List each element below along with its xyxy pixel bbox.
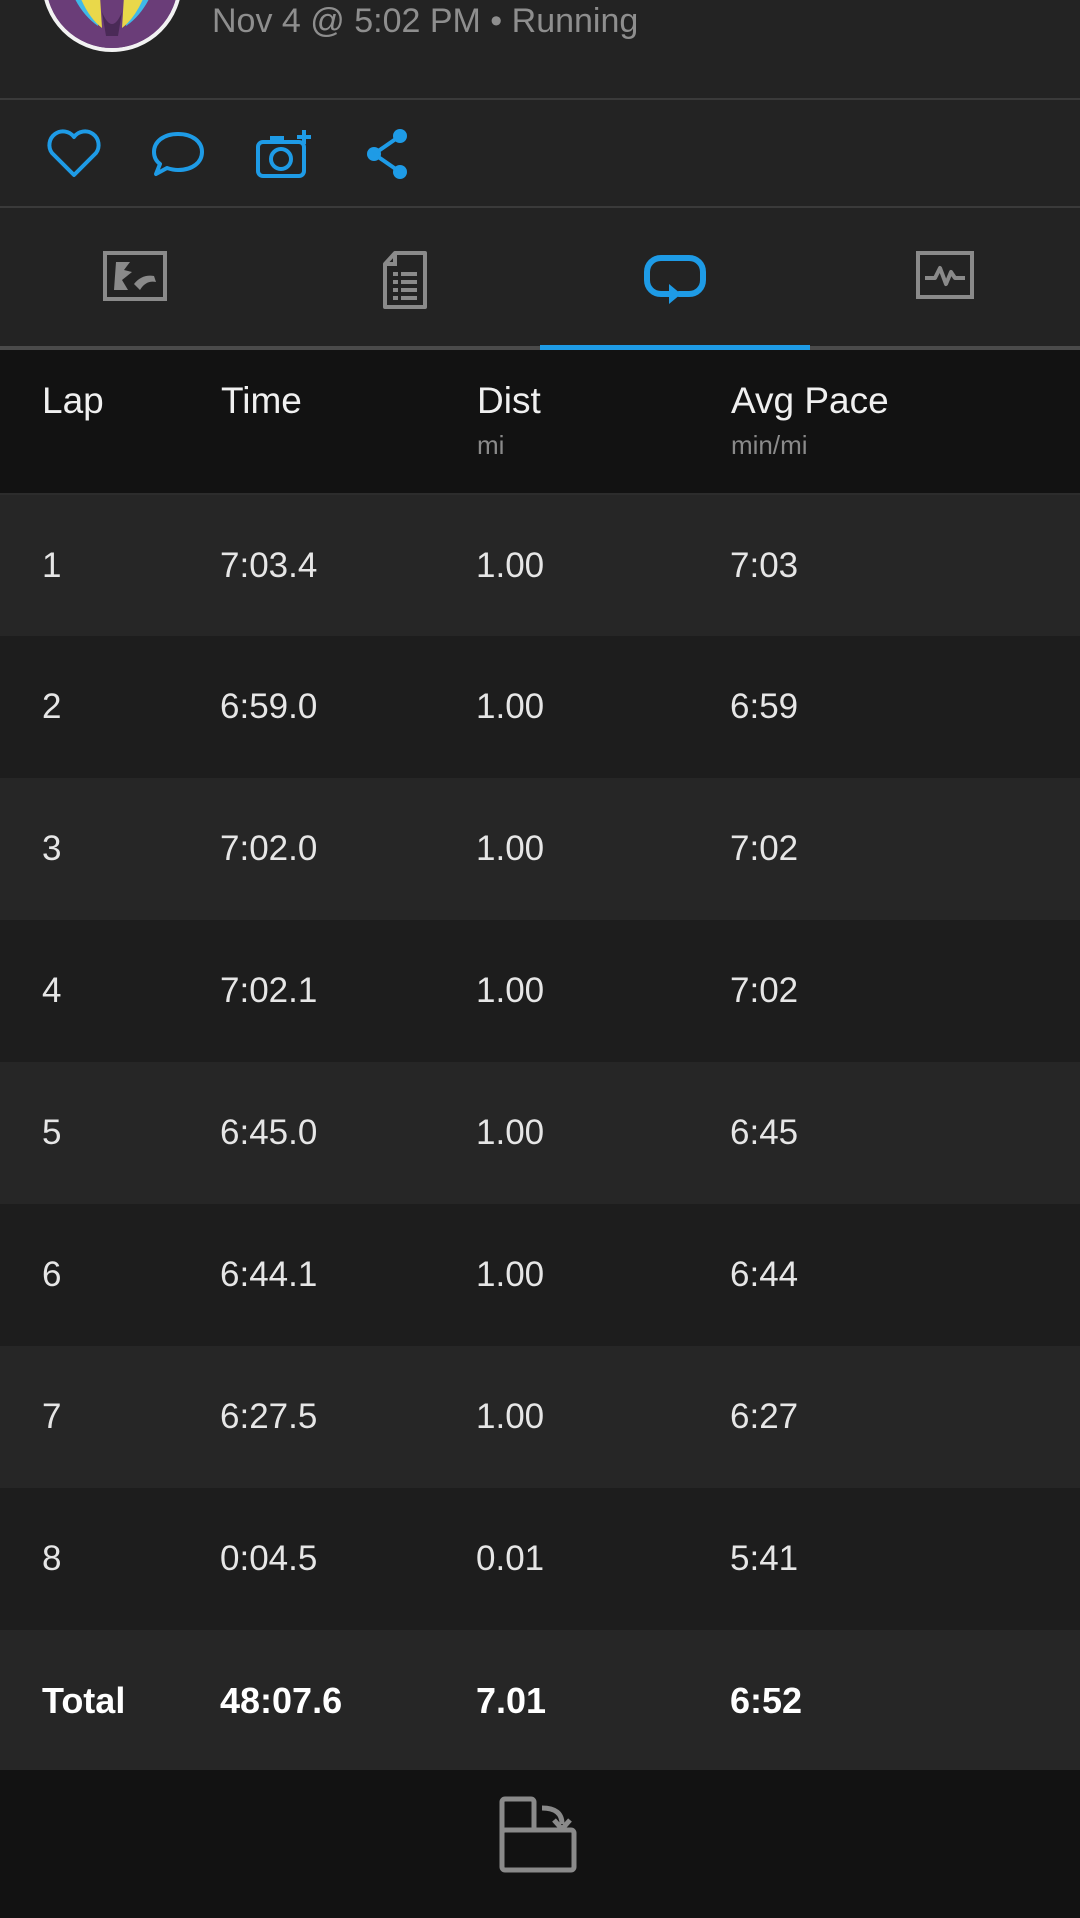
lap-pace: 7:02: [730, 971, 799, 1010]
avatar[interactable]: [42, 0, 182, 52]
lap-distance: 1.00: [476, 1255, 545, 1294]
lap-pace: 5:41: [730, 1539, 799, 1578]
table-row[interactable]: 2 6:59.0 1.00 6:59: [0, 636, 1080, 778]
lap-time: 7:02.0: [220, 829, 318, 868]
rotate-screen-icon: [499, 1796, 577, 1873]
share-icon[interactable]: [362, 128, 422, 180]
column-header-pace: Avg Pace min/mi: [730, 350, 1080, 494]
lap-number: 7: [42, 1397, 62, 1436]
table-row[interactable]: 6 6:44.1 1.00 6:44: [0, 1204, 1080, 1346]
lap-time: 6:59.0: [220, 687, 318, 726]
lap-pace: 6:59: [730, 687, 799, 726]
footer-bar: [0, 1770, 1080, 1918]
table-row[interactable]: 8 0:04.5 0.01 5:41: [0, 1488, 1080, 1630]
lap-distance: 1.00: [476, 971, 545, 1010]
lap-number: 5: [42, 1113, 62, 1152]
column-header-dist: Dist mi: [476, 350, 730, 494]
map-icon: [103, 251, 167, 301]
tab-charts[interactable]: [810, 208, 1080, 350]
tab-map[interactable]: [0, 208, 270, 350]
tab-details[interactable]: [270, 208, 540, 350]
lap-pace: 6:45: [730, 1113, 799, 1152]
lap-time: 0:04.5: [220, 1539, 318, 1578]
laps-table: Lap Time Dist mi Avg Pace min/mi 1 7:03.4 …: [0, 350, 1080, 1772]
pace-unit: min/mi: [731, 430, 808, 460]
lap-distance: 1.00: [476, 545, 545, 585]
total-pace: 6:52: [730, 1680, 803, 1721]
table-row[interactable]: 5 6:45.0 1.00 6:45: [0, 1062, 1080, 1204]
lap-number: 1: [42, 545, 62, 585]
lap-distance: 1.00: [476, 829, 545, 868]
lap-pace: 7:03: [730, 545, 799, 585]
active-tab-indicator: [540, 345, 810, 350]
total-time: 48:07.6: [220, 1680, 343, 1721]
activity-date-type: Nov 4 @ 5:02 PM • Running: [212, 2, 639, 40]
dist-unit: mi: [477, 430, 505, 460]
comment-icon[interactable]: [148, 128, 208, 180]
lap-number: 8: [42, 1539, 62, 1578]
activity-tabs: [0, 208, 1080, 350]
rotate-screen-button[interactable]: [496, 1796, 584, 1876]
lap-distance: 1.00: [476, 1113, 545, 1152]
lap-time: 7:03.4: [220, 545, 318, 585]
lap-time: 6:45.0: [220, 1113, 318, 1152]
table-row[interactable]: 1 7:03.4 1.00 7:03: [0, 494, 1080, 636]
total-row: Total 48:07.6 7.01 6:52: [0, 1630, 1080, 1772]
lap-pace: 7:02: [730, 829, 799, 868]
lap-distance: 0.01: [476, 1539, 545, 1578]
tab-laps[interactable]: [540, 208, 810, 350]
table-row[interactable]: 4 7:02.1 1.00 7:02: [0, 920, 1080, 1062]
table-row[interactable]: 7 6:27.5 1.00 6:27: [0, 1346, 1080, 1488]
lap-number: 2: [42, 687, 62, 726]
activity-header: Nov 4 @ 5:02 PM • Running: [0, 0, 1080, 100]
lap-time: 6:27.5: [220, 1397, 318, 1436]
column-header-time: Time: [221, 380, 302, 421]
details-icon: [383, 251, 427, 309]
lap-time: 6:44.1: [220, 1255, 318, 1294]
lap-pace: 6:27: [730, 1397, 799, 1436]
heart-icon[interactable]: [44, 128, 104, 180]
charts-icon: [916, 251, 974, 299]
table-row[interactable]: 3 7:02.0 1.00 7:02: [0, 778, 1080, 920]
table-header: Lap Time Dist mi Avg Pace min/mi: [0, 350, 1080, 494]
laps-icon: [644, 255, 706, 304]
column-header-lap: Lap: [42, 380, 104, 421]
add-photo-icon[interactable]: [254, 128, 314, 180]
lap-number: 4: [42, 971, 62, 1010]
lap-pace: 6:44: [730, 1255, 799, 1294]
total-distance: 7.01: [476, 1680, 547, 1721]
lap-distance: 1.00: [476, 687, 545, 726]
lap-number: 3: [42, 829, 62, 868]
lap-distance: 1.00: [476, 1397, 545, 1436]
action-bar: [0, 100, 1080, 208]
total-label: Total: [42, 1680, 126, 1721]
lap-number: 6: [42, 1255, 62, 1294]
lap-time: 7:02.1: [220, 971, 318, 1010]
